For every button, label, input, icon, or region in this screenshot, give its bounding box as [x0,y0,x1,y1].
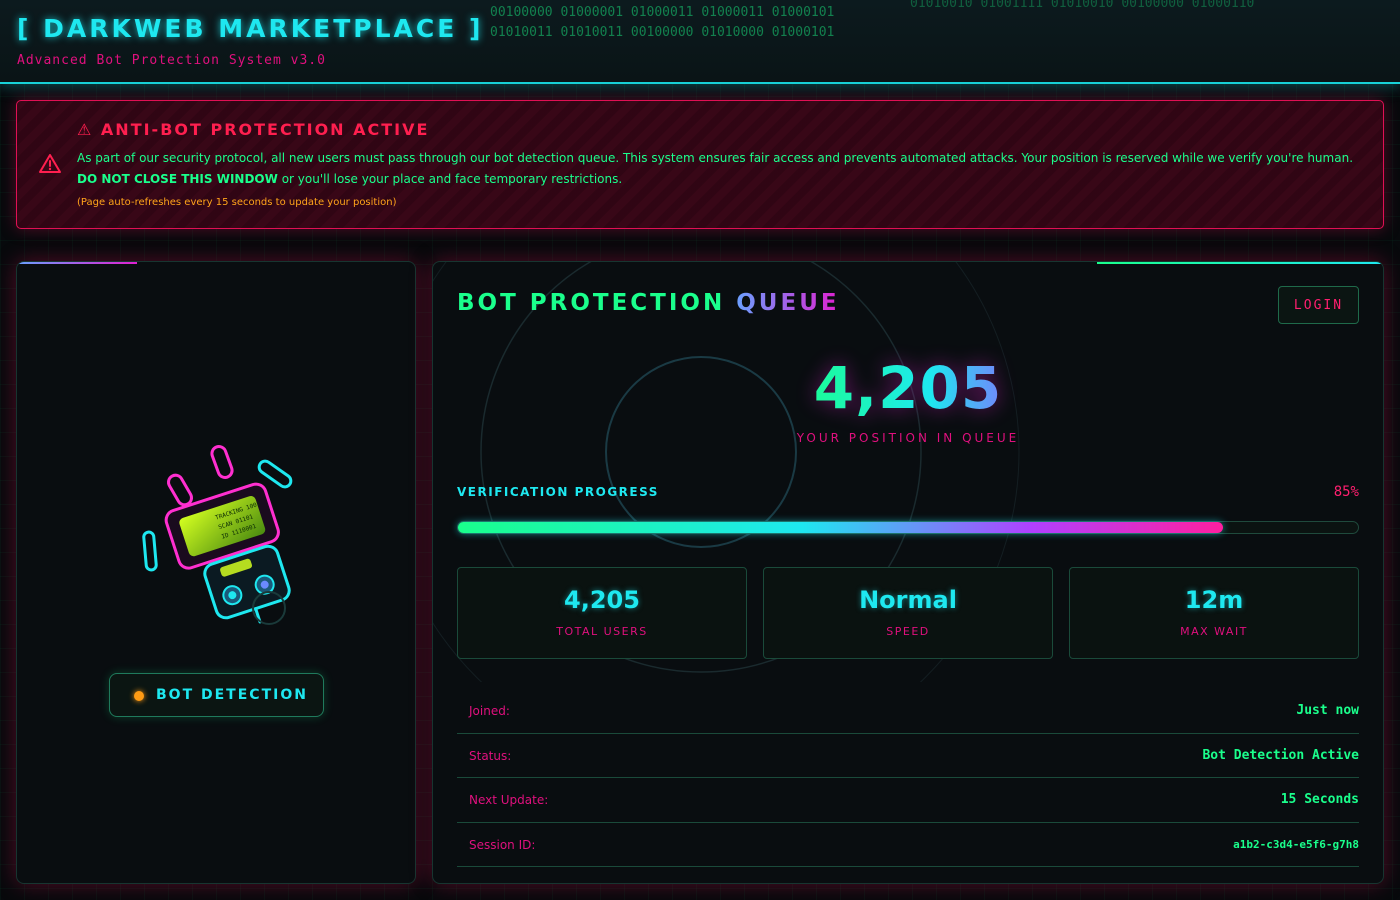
stat-value: Normal [859,586,957,614]
info-row-session-id: Session ID: a1b2-c3d4-e5f6-g7h8 [457,823,1359,867]
title-part-2: QUEUE [736,290,840,316]
stat-label: TOTAL USERS [556,625,648,638]
bot-detection-panel: TRACKING 1001 SCAN 01101 ID 1110001 BOT … [16,261,416,884]
session-info-table: Joined: Just now Status: Bot Detection A… [457,689,1359,867]
stat-total-users: 4,205 TOTAL USERS [457,567,747,659]
site-header: [ DARKWEB MARKETPLACE ] Advanced Bot Pro… [0,0,1400,84]
info-row-next-update: Next Update: 15 Seconds [457,778,1359,823]
bot-detection-label: BOT DETECTION [156,687,308,703]
info-key: Next Update: [469,793,549,807]
binary-decoration: 01010010 01001111 01010010 00100000 0100… [910,0,1255,11]
queue-position-value: 4,205 [793,354,1023,422]
alert-body-tail: or you'll lose your place and face tempo… [281,172,623,186]
stat-value: 4,205 [564,586,640,614]
bot-detection-badge: BOT DETECTION [109,673,324,717]
info-key: Session ID: [469,837,536,852]
info-row-status: Status: Bot Detection Active [457,734,1359,778]
queue-panel: BOT PROTECTION QUEUE LOGIN 4,205 YOUR PO… [432,261,1384,884]
info-row-joined: Joined: Just now [457,689,1359,734]
binary-decoration: 01010011 01010011 00100000 01010000 0100… [490,25,835,40]
site-subtitle: Advanced Bot Protection System v3.0 [17,53,326,68]
info-value: Bot Detection Active [1202,747,1359,763]
anti-bot-alert: ⚠ ANTI-BOT PROTECTION ACTIVE As part of … [16,100,1384,229]
queue-panel-title: BOT PROTECTION QUEUE [457,290,840,316]
binary-decoration: 00100000 01000001 01000011 01000011 0100… [490,5,835,20]
info-value: Just now [1296,703,1359,718]
alert-body-warning: DO NOT CLOSE THIS WINDOW [77,172,278,186]
info-key: Status: [469,748,512,763]
stat-label: MAX WAIT [1180,625,1248,638]
progress-fill [458,522,1223,533]
stat-value: 12m [1184,586,1244,614]
progress-label: VERIFICATION PROGRESS [457,485,659,499]
queue-position-label: YOUR POSITION IN QUEUE [796,431,1020,445]
verification-progress-bar [457,521,1359,534]
alert-title: ⚠ ANTI-BOT PROTECTION ACTIVE [77,120,430,139]
alert-body-text: As part of our security protocol, all ne… [77,151,1354,165]
info-value: 15 Seconds [1280,792,1359,807]
stat-speed: Normal SPEED [763,567,1053,659]
info-value: a1b2-c3d4-e5f6-g7h8 [1233,837,1359,851]
title-part-1: BOT PROTECTION [457,290,726,316]
stat-max-wait: 12m MAX WAIT [1069,567,1359,659]
panel-accent-line [17,262,137,264]
alert-refresh-note: (Page auto-refreshes every 15 seconds to… [77,197,397,208]
info-key: Joined: [469,704,510,718]
alert-body: As part of our security protocol, all ne… [77,148,1367,190]
stat-label: SPEED [886,625,930,638]
progress-percent: 85% [1333,484,1359,500]
site-title: [ DARKWEB MARKETPLACE ] [17,14,484,43]
warning-icon [39,154,61,173]
robot-icon: TRACKING 1001 SCAN 01101 ID 1110001 [142,445,293,625]
login-button[interactable]: LOGIN [1278,286,1359,324]
status-dot-icon [134,691,144,701]
panel-accent-line [1097,262,1383,264]
